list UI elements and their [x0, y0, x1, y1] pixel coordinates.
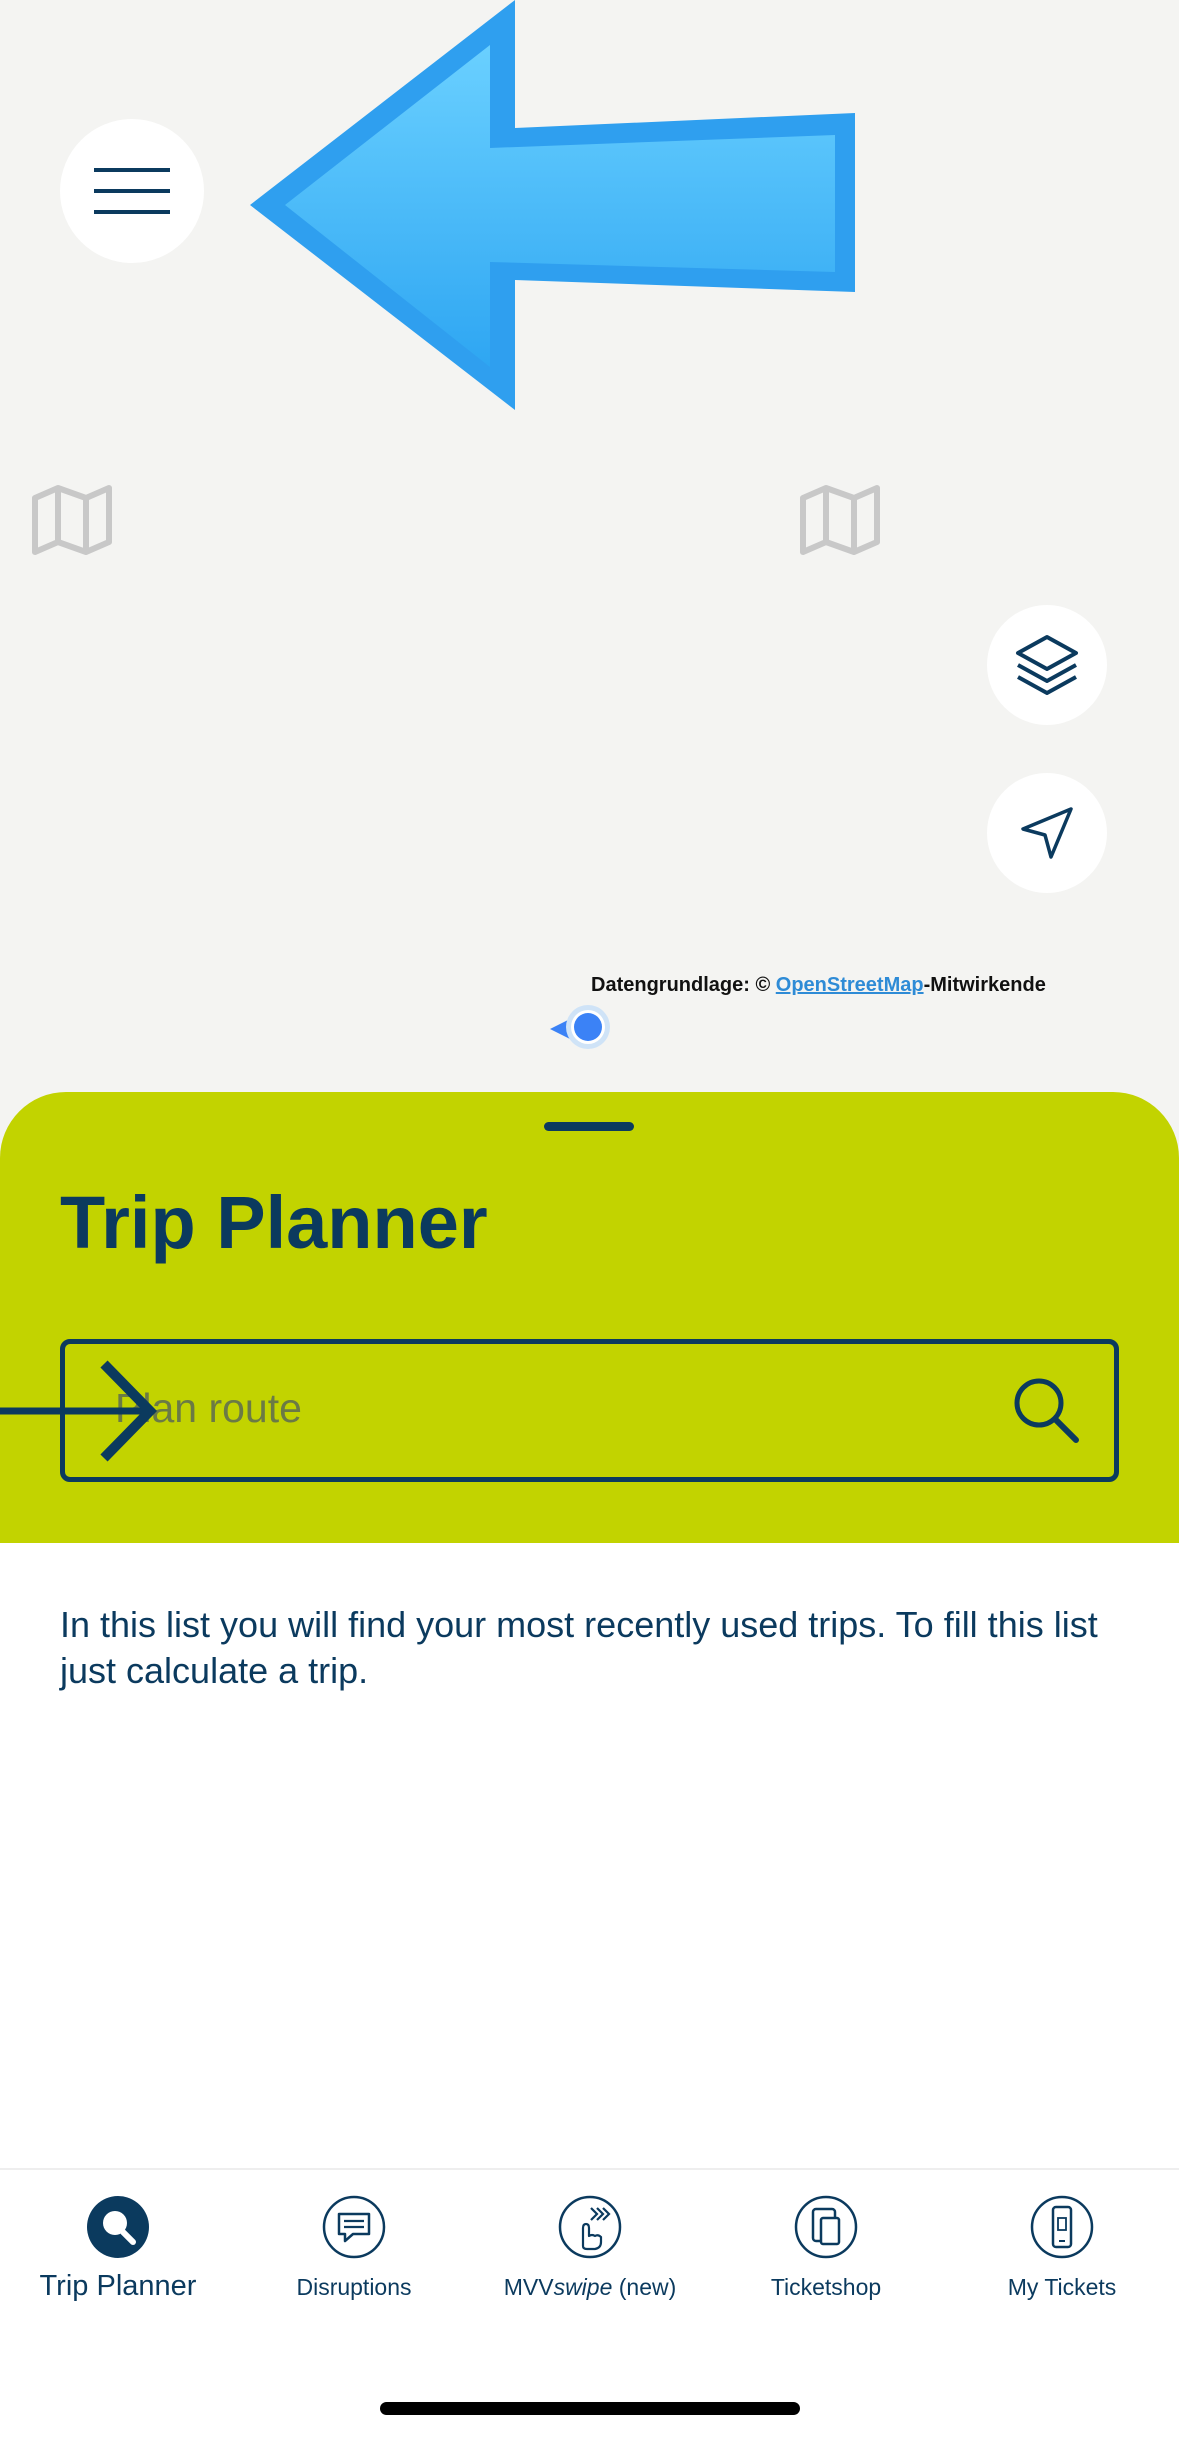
map-layers-button[interactable]	[987, 605, 1107, 725]
openstreetmap-link[interactable]: OpenStreetMap	[776, 974, 924, 996]
phone-ticket-icon	[1030, 2195, 1094, 2259]
swipe-icon	[558, 2195, 622, 2259]
recent-trips-empty-message: In this list you will find your most rec…	[60, 1604, 1098, 1691]
tab-mvvswipe[interactable]: MVVswipe (new)	[472, 2194, 708, 2324]
tab-label: Trip Planner	[39, 2270, 197, 2302]
attribution-prefix: Datengrundlage: ©	[591, 974, 771, 996]
tab-label: Disruptions	[296, 2274, 412, 2300]
map-placeholder-icon	[800, 485, 880, 555]
home-indicator	[380, 2402, 800, 2415]
tab-label: MVVswipe (new)	[503, 2274, 677, 2300]
search-icon[interactable]	[1012, 1376, 1080, 1444]
location-arrow-icon	[1021, 807, 1073, 859]
tab-disruptions[interactable]: Disruptions	[236, 2194, 472, 2324]
menu-button[interactable]	[60, 119, 204, 263]
ticketshop-icon	[794, 2195, 858, 2259]
tab-my-tickets[interactable]: My Tickets	[944, 2194, 1179, 2324]
layers-icon	[1016, 635, 1078, 695]
map-attribution: Datengrundlage: © OpenStreetMap-Mitwirke…	[591, 974, 1046, 997]
left-arrow-overlay-icon	[250, 0, 855, 410]
map-placeholder-icon	[32, 485, 112, 555]
hamburger-menu-icon	[94, 168, 170, 214]
sheet-grabber[interactable]	[544, 1122, 634, 1131]
search-icon	[87, 2196, 149, 2258]
tab-label: Ticketshop	[770, 2274, 882, 2300]
message-icon	[322, 2195, 386, 2259]
tab-trip-planner[interactable]: Trip Planner	[0, 2194, 236, 2324]
tab-ticketshop[interactable]: Ticketshop	[708, 2194, 944, 2324]
attribution-suffix: -Mitwirkende	[923, 974, 1046, 996]
user-location-marker	[550, 1005, 610, 1049]
right-arrow-pointer-icon	[0, 1360, 157, 1462]
locate-me-button[interactable]	[987, 773, 1107, 893]
tab-label: My Tickets	[1007, 2274, 1117, 2300]
page-title: Trip Planner	[60, 1181, 488, 1264]
